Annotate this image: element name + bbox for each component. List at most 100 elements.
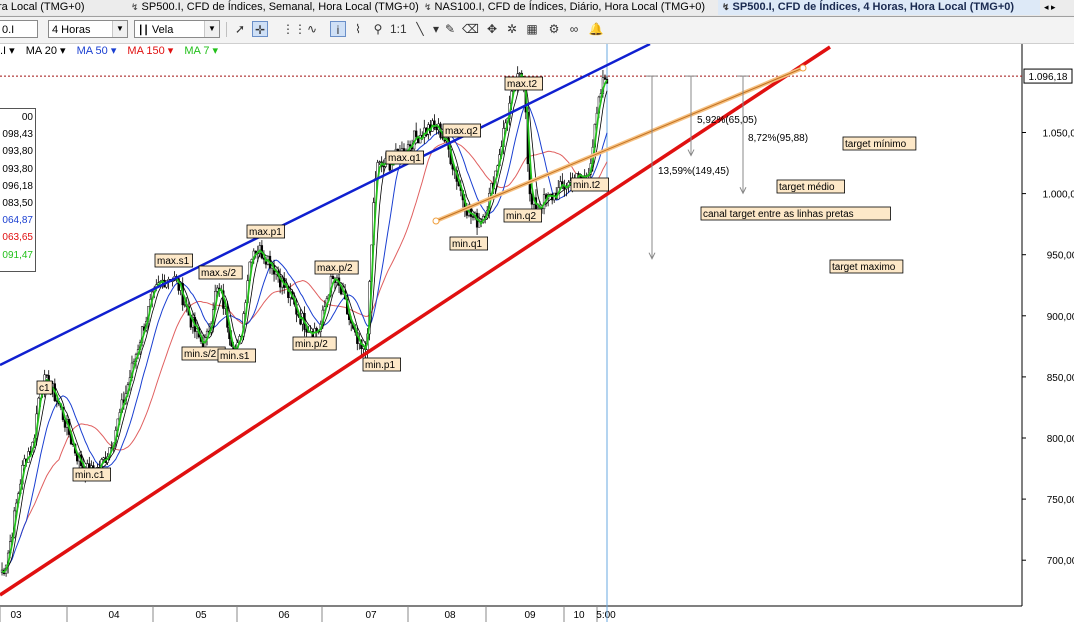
magnifier-icon[interactable]: ⚲ xyxy=(370,21,386,37)
candle-body xyxy=(408,144,412,147)
chart-toolbar: 0.I 4 Horas ▼ ┃┃ Vela ▼ ➚ ✛ ⋮⋮ ∿ i ⌇ ⚲ 1… xyxy=(0,17,1074,44)
toolbar-separator xyxy=(226,22,227,37)
candle xyxy=(557,179,560,200)
time-tick-label: 07 xyxy=(365,610,377,621)
chart-tab-icon: ↯ xyxy=(131,2,139,12)
eraser-icon[interactable]: ⌫ xyxy=(462,21,479,37)
projection-label: 5,92%(65,05) xyxy=(697,115,757,126)
data-window-value: 064,87 xyxy=(2,215,33,227)
pivot-label: min.q1 xyxy=(449,236,488,251)
chart-type-select[interactable]: ┃┃ Vela ▼ xyxy=(134,20,220,38)
candle-body xyxy=(305,329,308,333)
pivot-label: min.s1 xyxy=(217,348,256,363)
price-tick-label: 1.050,00 xyxy=(1043,129,1074,140)
pivot-label: max.s/2 xyxy=(198,265,243,280)
pivot-label-text: min.p/2 xyxy=(295,339,328,350)
target-label: canal target entre as linhas pretas xyxy=(700,206,891,221)
pivot-label: min.t2 xyxy=(570,177,609,192)
info-icon[interactable]: i xyxy=(330,21,346,37)
time-tick-label: 5:00 xyxy=(596,610,616,621)
indicator-icon[interactable]: ∿ xyxy=(304,21,320,37)
tab-chart-1[interactable]: ra Local (TMG+0) xyxy=(0,0,131,15)
candle-body xyxy=(55,400,58,402)
tab-chart-2[interactable]: ↯ SP500.I, CFD de Índices, Semanal, Hora … xyxy=(127,0,424,15)
crosshair-icon[interactable]: ✛ xyxy=(252,21,268,37)
link-icon[interactable]: ∞ xyxy=(566,21,582,37)
line-icon[interactable]: ╲ xyxy=(412,21,428,37)
indicator-ma-20[interactable]: MA 20 ▾ xyxy=(26,45,66,57)
tab-chart-3[interactable]: ↯ NAS100.I, CFD de Índices, Diário, Hora … xyxy=(420,0,723,15)
candle-body xyxy=(331,276,335,280)
pivot-label: max.s1 xyxy=(154,253,193,268)
candle xyxy=(469,207,473,225)
candle-icon: ┃┃ xyxy=(138,25,149,35)
candle-body xyxy=(45,374,48,376)
move-icon[interactable]: ✥ xyxy=(484,21,500,37)
price-tick-label: 900,00 xyxy=(1047,312,1074,323)
candle xyxy=(475,208,479,235)
pivot-label-text: max.q2 xyxy=(445,126,478,137)
candle-body xyxy=(518,72,521,75)
chart-tab-icon: ↯ xyxy=(424,2,432,12)
line-chart-icon[interactable]: ⌇ xyxy=(350,21,366,37)
tab-chart-active[interactable]: ↯ SP500.I, CFD de Índices, 4 Horas, Hora … xyxy=(718,0,1045,15)
cursor-icon[interactable]: ➚ xyxy=(232,21,248,37)
price-tick-label: 700,00 xyxy=(1047,556,1074,567)
pivot-label: max.q2 xyxy=(442,123,481,138)
chevron-down-icon: ▼ xyxy=(112,21,127,37)
pivot-label-text: min.t2 xyxy=(573,180,601,191)
indicator-ma-7[interactable]: MA 7 ▾ xyxy=(184,45,218,57)
candle xyxy=(551,192,554,205)
candle xyxy=(419,128,422,144)
timeframe-select[interactable]: 4 Horas ▼ xyxy=(48,20,128,38)
pivot-label-text: min.c1 xyxy=(75,470,105,481)
pivot-label: max.t2 xyxy=(504,76,543,91)
trend-line-handle xyxy=(799,64,807,72)
trend-line-short xyxy=(435,67,804,222)
indicator-symbol[interactable]: .I ▾ xyxy=(0,45,15,57)
target-label-text: canal target entre as linhas pretas xyxy=(703,209,854,220)
chevron-down-icon: ▼ xyxy=(204,21,219,37)
symbol-input[interactable]: 0.I xyxy=(0,20,38,38)
pivot-label-text: min.s/2 xyxy=(184,349,217,360)
zoom-ratio-icon[interactable]: 1:1 xyxy=(390,21,407,37)
indicator-legend: .I ▾ MA 20 ▾ MA 50 ▾ MA 150 ▾ MA 7 ▾ xyxy=(0,44,226,58)
target-label-text: target maximo xyxy=(832,262,896,273)
alarm-icon[interactable]: 🔔 xyxy=(588,21,604,37)
pivot-label-text: min.q1 xyxy=(452,239,482,250)
candle-body xyxy=(551,193,554,201)
properties-icon[interactable]: ⚙ xyxy=(546,21,562,37)
ma-7-line xyxy=(1,73,608,574)
pivot-label: min.q2 xyxy=(503,208,542,223)
data-window-value: 00 xyxy=(21,112,33,123)
price-tick-label: 850,00 xyxy=(1047,373,1074,384)
indicator-ma-50[interactable]: MA 50 ▾ xyxy=(77,45,117,57)
price-chart[interactable]: 1.050,00 1.000,00 950,00 900,00 850,00 800,00… xyxy=(0,44,1074,628)
tab-more-icon[interactable]: ◂ ▸ xyxy=(1040,0,1074,15)
time-tick-label: 10 xyxy=(573,610,585,621)
data-window-value: 093,80 xyxy=(2,163,33,175)
pivot-label: c1 xyxy=(36,380,53,395)
pivot-label: min.p/2 xyxy=(292,336,337,351)
price-tick-label: 750,00 xyxy=(1047,495,1074,506)
pivot-label: max.q1 xyxy=(385,150,424,165)
candle-body xyxy=(102,457,105,460)
candle-body xyxy=(378,161,381,163)
pencil-icon[interactable]: ✎ xyxy=(442,21,458,37)
target-label: target médio xyxy=(776,179,845,194)
template-icon[interactable]: ▦ xyxy=(524,21,540,37)
time-tick-label: 09 xyxy=(524,610,536,621)
candle xyxy=(534,189,538,210)
magic-icon[interactable]: ✲ xyxy=(504,21,520,37)
candle-body xyxy=(465,210,469,216)
time-tick-label: 03 xyxy=(10,610,22,621)
grid-icon[interactable]: ⋮⋮ xyxy=(282,21,306,37)
candle-body xyxy=(471,216,475,218)
candle-body xyxy=(441,137,444,139)
current-price-label: 1.096,18 xyxy=(1029,72,1068,83)
pivot-label-text: max.q1 xyxy=(388,153,421,164)
pivot-label-text: c1 xyxy=(39,383,50,394)
target-label: target mínimo xyxy=(842,136,917,151)
pivot-label-text: max.p1 xyxy=(249,227,282,238)
indicator-ma-150[interactable]: MA 150 ▾ xyxy=(127,45,173,57)
